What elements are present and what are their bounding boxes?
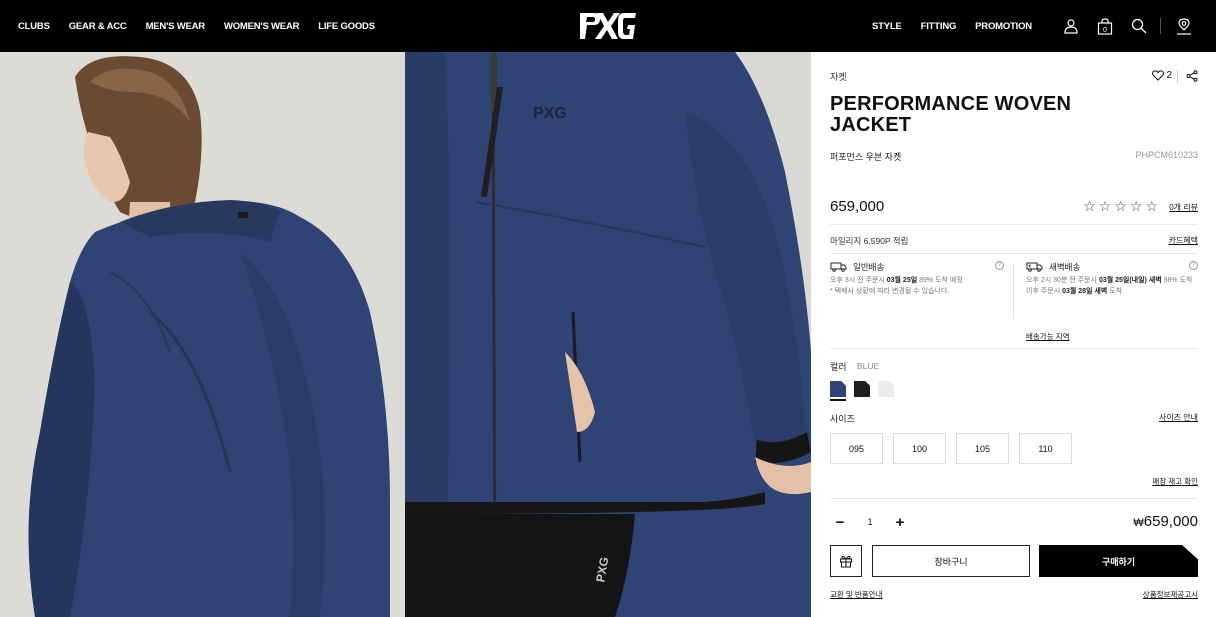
header-divider [1160,18,1161,34]
nav-fitting[interactable]: FITTING [921,21,957,32]
color-swatch-black[interactable] [854,381,870,397]
delivery-area-link[interactable]: 배송가능 지역 [1026,331,1069,342]
gift-button[interactable] [830,545,862,577]
star-icon: ☆ [1083,198,1096,214]
total-amount: 659,000 [1143,513,1198,530]
decrease-quantity-button[interactable]: − [830,514,850,531]
divider [830,253,1198,254]
truck-icon [830,262,847,272]
bag-icon[interactable]: 0 [1094,15,1116,37]
nav-mens-wear[interactable]: MEN'S WEAR [146,21,206,32]
size-guide-link[interactable]: 사이즈 안내 [1159,412,1198,423]
delivery-text: 89% 도착 예정 [917,277,963,284]
selected-color: BLUE [857,361,880,371]
likes-divider [1177,70,1178,83]
user-icon[interactable] [1060,15,1082,37]
color-swatches [830,381,894,397]
mileage-info: 마일리지 6,590P 적립 [830,236,909,246]
color-swatch-white[interactable] [878,381,894,397]
main-nav: CLUBS GEAR & ACC MEN'S WEAR WOMEN'S WEAR… [18,0,375,52]
delivery-divider [1013,263,1014,319]
product-code: PHPCM610233 [1135,150,1198,160]
delivery-text: 이후 주문시 [1026,288,1063,295]
product-name-ko: 퍼포먼스 우븐 자켓 [830,152,902,162]
bag-count: 0 [1103,27,1107,34]
buy-now-button[interactable]: 구매하기 [1039,545,1198,577]
site-header: CLUBS GEAR & ACC MEN'S WEAR WOMEN'S WEAR… [0,0,1216,52]
rating-stars: ☆ ☆ ☆ ☆ ☆ [1083,198,1158,215]
size-option-095[interactable]: 095 [830,433,883,464]
like-count: 2 [1166,70,1172,81]
like-button[interactable]: 2 [1152,70,1172,81]
store-stock-link[interactable]: 매장 재고 확인 [1152,476,1198,487]
dawn-delivery: 새벽배송 ? 오후 2시 30분 전 주문시 03월 25일(내일) 새벽 98… [1026,261,1198,297]
gift-icon [840,555,852,568]
swatch-selected-indicator [830,399,846,401]
delivery-text: 오후 3시 전 주문시 [830,277,887,284]
card-benefit-link[interactable]: 카드혜택 [1169,235,1198,246]
nav-life-goods[interactable]: LIFE GOODS [318,21,375,32]
delivery-date: 03월 25일 [886,277,918,284]
delivery-text: 98% 도착 [1161,277,1193,284]
product-image-front[interactable]: PXG PXG [405,52,811,617]
nav-gear-acc[interactable]: GEAR & ACC [69,21,127,32]
size-option-100[interactable]: 100 [893,433,946,464]
currency-symbol: ₩ [1133,517,1144,529]
truck-moon-icon [1026,262,1043,272]
heart-icon [1152,70,1165,81]
svg-text:PXG: PXG [533,105,567,122]
share-icon[interactable] [1186,69,1198,87]
size-option-105[interactable]: 105 [956,433,1009,464]
product-category: 자켓 [830,72,847,82]
secondary-nav: STYLE FITTING PROMOTION [872,0,1032,52]
color-swatch-blue[interactable] [830,381,846,397]
star-icon: ☆ [1114,198,1127,214]
size-option-110[interactable]: 110 [1019,433,1072,464]
delivery-text: 도착 [1107,288,1123,295]
delivery-date: 03월 28일 새벽 [1062,288,1108,295]
divider [830,498,1198,499]
product-image-back[interactable] [0,52,405,617]
quantity-stepper: − 1 + [830,512,910,532]
add-to-cart-button[interactable]: 장바구니 [872,545,1030,577]
star-icon: ☆ [1129,198,1143,214]
product-price: 659,000 [830,198,885,215]
exchange-return-link[interactable]: 교환 및 반품안내 [830,589,882,600]
total-price: ₩659,000 [1133,513,1198,530]
product-title: PERFORMANCE WOVEN JACKET [830,93,1072,136]
product-info-panel: 자켓 2 PERFORMANCE WOVEN JACKET 퍼포먼스 우븐 자켓… [830,52,1198,617]
divider [830,348,1198,349]
star-icon: ☆ [1145,198,1158,214]
delivery-text: 오후 2시 30분 전 주문시 [1026,277,1099,284]
search-icon[interactable] [1128,15,1150,37]
color-label: 컬러 [830,362,847,372]
size-label: 사이즈 [830,414,855,424]
review-link[interactable]: 0개 리뷰 [1169,202,1198,213]
divider [830,224,1198,225]
dawn-delivery-title: 새벽배송 [1049,262,1081,272]
store-locator-icon[interactable] [1173,15,1195,37]
nav-clubs[interactable]: CLUBS [18,21,50,32]
size-options: 095 100 105 110 [830,433,1072,464]
help-icon[interactable]: ? [1189,261,1198,270]
pxg-logo[interactable] [578,11,638,41]
standard-delivery: 일반배송 ? 오후 3시 전 주문시 03월 25일 89% 도착 예정 * 택… [830,261,1004,297]
nav-style[interactable]: STYLE [872,21,902,32]
help-icon[interactable]: ? [995,261,1004,270]
nav-womens-wear[interactable]: WOMEN'S WEAR [224,21,300,32]
delivery-date: 03월 25일(내일) 새벽 [1098,277,1162,284]
standard-delivery-title: 일반배송 [853,262,885,272]
quantity-value[interactable]: 1 [867,517,872,527]
increase-quantity-button[interactable]: + [890,514,910,531]
star-icon: ☆ [1098,198,1112,214]
delivery-note: * 택배사 상황에 따라 변경될 수 있습니다. [830,288,950,295]
product-notice-link[interactable]: 상품정보제공고시 [1143,589,1198,600]
nav-promotion[interactable]: PROMOTION [975,21,1032,32]
header-icons: 0 [1060,14,1195,38]
